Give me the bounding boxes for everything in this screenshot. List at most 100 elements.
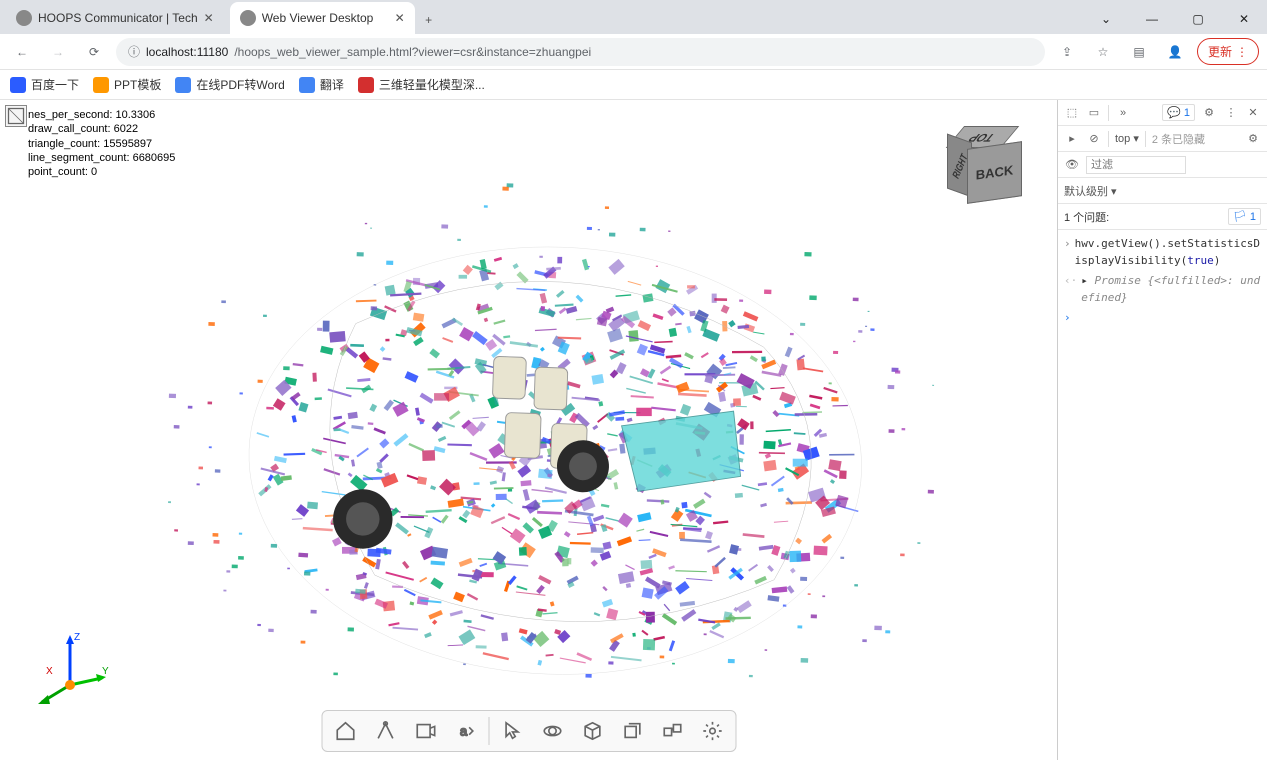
bookmark-icon: [358, 77, 374, 93]
favicon: [240, 10, 256, 26]
devtools-panel: ⬚ ▭ » 💬1 ⚙ ⋮ ✕ ▸ ⊘ top ▾ 2 条已隐藏 ⚙ 👁 默认级别…: [1057, 100, 1267, 760]
stat-lines: line_segment_count: 6680695: [28, 151, 175, 165]
bookmarks-bar: 百度一下 PPT模板 在线PDF转Word 翻译 三维轻量化模型深...: [0, 70, 1267, 100]
level-select[interactable]: 默认级别 ▾: [1064, 183, 1117, 199]
console-toolbar: ▸ ⊘ top ▾ 2 条已隐藏 ⚙: [1058, 126, 1267, 152]
cutting-plane-button[interactable]: [613, 713, 651, 749]
console-prompt[interactable]: ›: [1064, 308, 1261, 329]
redline-button[interactable]: [366, 713, 404, 749]
separator: [1145, 131, 1146, 147]
console-output[interactable]: › hwv.getView().setStatisticsDisplayVisi…: [1058, 230, 1267, 760]
eye-icon[interactable]: 👁: [1064, 157, 1080, 173]
settings-button[interactable]: [693, 713, 731, 749]
issue-badge[interactable]: 🏳1: [1228, 208, 1261, 225]
bookmark-item[interactable]: 三维轻量化模型深...: [358, 76, 485, 93]
console-input-line: › hwv.getView().setStatisticsDisplayVisi…: [1064, 234, 1261, 271]
settings-icon[interactable]: ⚙: [1201, 105, 1217, 121]
svg-text:a: a: [460, 724, 468, 739]
bookmark-label: 翻译: [320, 76, 344, 93]
content-area: nes_per_second: 10.3306 draw_call_count:…: [0, 100, 1267, 760]
url-path: /hoops_web_viewer_sample.html?viewer=csr…: [234, 45, 591, 59]
separator: [1108, 105, 1109, 121]
update-button[interactable]: 更新 ⋮: [1197, 38, 1259, 65]
device-icon[interactable]: ▭: [1086, 105, 1102, 121]
context-select[interactable]: top ▾: [1115, 132, 1139, 145]
reload-button[interactable]: ⟳: [80, 38, 108, 66]
devtools-header: ⬚ ▭ » 💬1 ⚙ ⋮ ✕: [1058, 100, 1267, 126]
bookmark-icon: [175, 77, 191, 93]
svg-text:Z: Z: [74, 632, 80, 643]
bookmark-label: 三维轻量化模型深...: [379, 76, 485, 93]
window-controls: ⌄ — ▢ ✕: [1083, 4, 1267, 34]
tab-title: HOOPS Communicator | Tech: [38, 11, 198, 25]
bookmark-item[interactable]: 在线PDF转Word: [175, 76, 284, 93]
gear-icon[interactable]: ⚙: [1245, 131, 1261, 147]
more-tabs-icon[interactable]: »: [1115, 105, 1131, 121]
browser-titlebar: HOOPS Communicator | Tech ✕ Web Viewer D…: [0, 0, 1267, 34]
browser-tab[interactable]: HOOPS Communicator | Tech ✕: [6, 2, 224, 34]
menu-icon: ⋮: [1236, 45, 1248, 59]
bookmark-label: PPT模板: [114, 76, 161, 93]
close-icon[interactable]: ✕: [204, 11, 214, 25]
messages-badge[interactable]: 💬1: [1162, 104, 1195, 121]
nav-cube[interactable]: TOP RIGHT BACK: [947, 120, 1037, 210]
camera-button[interactable]: [406, 713, 444, 749]
input-arrow-icon: ›: [1064, 236, 1071, 253]
maximize-button[interactable]: ▢: [1175, 4, 1221, 34]
select-button[interactable]: [493, 713, 531, 749]
cube-button[interactable]: [573, 713, 611, 749]
bookmark-item[interactable]: PPT模板: [93, 76, 161, 93]
issues-label: 1 个问题:: [1064, 209, 1109, 225]
minimize-button[interactable]: —: [1129, 4, 1175, 34]
info-icon[interactable]: ⓘ: [128, 43, 140, 60]
side-panel-icon[interactable]: ▤: [1125, 38, 1153, 66]
share-icon[interactable]: ⇪: [1053, 38, 1081, 66]
explode-button[interactable]: [653, 713, 691, 749]
svg-text:X: X: [46, 666, 53, 677]
browser-tab-active[interactable]: Web Viewer Desktop ✕: [230, 2, 415, 34]
close-icon[interactable]: ✕: [1245, 105, 1261, 121]
bookmark-icon: [93, 77, 109, 93]
bookmark-icon: [10, 77, 26, 93]
dropdown-icon[interactable]: ⌄: [1083, 4, 1129, 34]
stat-triangles: triangle_count: 15595897: [28, 137, 175, 151]
bookmark-item[interactable]: 百度一下: [10, 76, 79, 93]
forward-button[interactable]: →: [44, 38, 72, 66]
profile-icon[interactable]: 👤: [1161, 38, 1189, 66]
favicon: [16, 10, 32, 26]
console-output-line: ‹· ▸ Promise {<fulfilled>: undefined}: [1064, 271, 1261, 308]
3d-model[interactable]: [100, 160, 937, 680]
viewer-toolbar: a: [321, 710, 736, 752]
bookmark-item[interactable]: 翻译: [299, 76, 344, 93]
star-icon[interactable]: ☆: [1089, 38, 1117, 66]
new-tab-button[interactable]: +: [415, 6, 443, 34]
home-button[interactable]: [326, 713, 364, 749]
orbit-button[interactable]: [533, 713, 571, 749]
level-row: 默认级别 ▾: [1058, 178, 1267, 204]
selection-tool-icon[interactable]: [5, 105, 27, 127]
clear-icon[interactable]: ⊘: [1086, 131, 1102, 147]
back-button[interactable]: ←: [8, 38, 36, 66]
update-label: 更新: [1208, 43, 1232, 60]
bookmark-icon: [299, 77, 315, 93]
filter-input[interactable]: [1086, 156, 1186, 174]
bookmark-label: 百度一下: [31, 76, 79, 93]
axis-indicator: Z Y X: [30, 630, 110, 710]
inspect-icon[interactable]: ⬚: [1064, 105, 1080, 121]
separator: [488, 717, 489, 745]
close-icon[interactable]: ✕: [395, 11, 405, 25]
menu-icon[interactable]: ⋮: [1223, 105, 1239, 121]
sidebar-toggle-icon[interactable]: ▸: [1064, 131, 1080, 147]
issues-row: 1 个问题: 🏳1: [1058, 204, 1267, 230]
url-host: localhost:11180: [146, 45, 228, 59]
output-arrow-icon: ‹·: [1064, 273, 1077, 290]
url-field[interactable]: ⓘ localhost:11180/hoops_web_viewer_sampl…: [116, 38, 1045, 66]
svg-text:Y: Y: [102, 666, 109, 677]
text-button[interactable]: a: [446, 713, 484, 749]
console-code: hwv.getView().setStatisticsDisplayVisibi…: [1075, 236, 1261, 269]
bookmark-label: 在线PDF转Word: [196, 76, 284, 93]
3d-viewport[interactable]: nes_per_second: 10.3306 draw_call_count:…: [0, 100, 1057, 760]
stat-draw-calls: draw_call_count: 6022: [28, 122, 175, 136]
close-button[interactable]: ✕: [1221, 4, 1267, 34]
cube-front-face[interactable]: BACK: [967, 141, 1022, 204]
